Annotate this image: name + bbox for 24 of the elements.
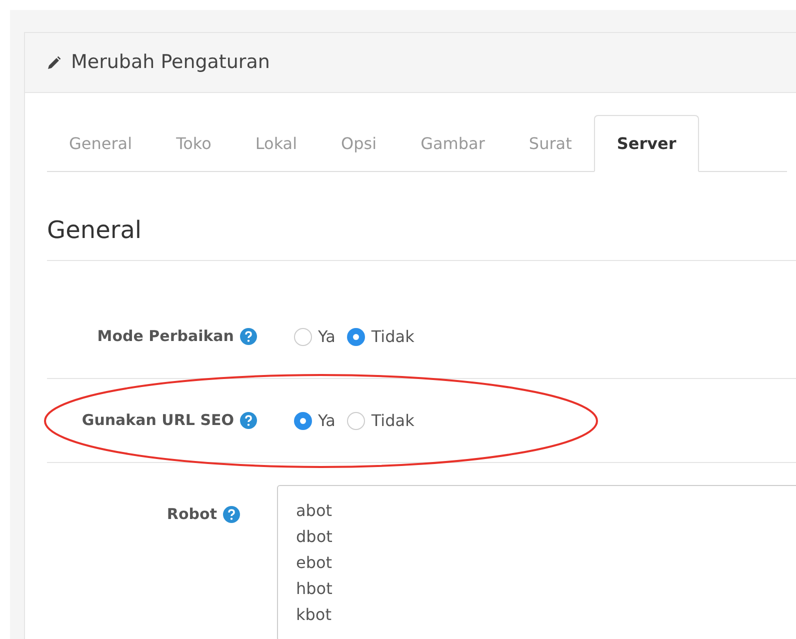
radio-option[interactable]: Ya	[294, 408, 336, 432]
text-line: ebot	[296, 552, 334, 574]
tab[interactable]: Server	[594, 115, 700, 172]
pencil-icon	[47, 56, 61, 70]
text-line: abot	[296, 500, 334, 522]
radio-option[interactable]: Ya	[294, 324, 336, 348]
text-line: kbot	[296, 604, 332, 626]
radio-button[interactable]	[294, 328, 312, 346]
field-label: Mode Perbaikan	[97, 326, 234, 348]
radio-button[interactable]	[347, 328, 366, 346]
radio-button[interactable]	[294, 412, 312, 430]
text-line: hbot	[296, 578, 334, 600]
field-label: Robot	[166, 504, 217, 525]
panel-title: Merubah Pengaturan	[71, 50, 270, 76]
help-icon	[240, 412, 257, 429]
radio-option[interactable]: Tidak	[347, 324, 414, 348]
radio-button[interactable]	[347, 412, 366, 430]
textarea-field[interactable]: abot dbot ebot hbot kbot	[277, 485, 796, 639]
field-label: Gunakan URL SEO	[82, 410, 234, 432]
help-icon	[240, 328, 257, 345]
section-heading: General	[47, 212, 796, 261]
radio-option[interactable]: Tidak	[347, 408, 414, 432]
text-line: dbot	[296, 526, 334, 548]
help-icon	[223, 506, 240, 523]
